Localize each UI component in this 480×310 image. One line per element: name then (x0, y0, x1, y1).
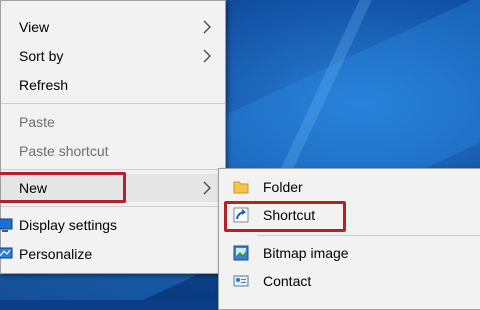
menu-item-label: View (19, 19, 50, 35)
menu-item-label: Paste shortcut (19, 143, 109, 159)
new-submenu: Folder Shortcut Bitmap image Contact (218, 168, 480, 310)
menu-separator (1, 206, 225, 207)
menu-item-view[interactable]: View (1, 13, 225, 41)
submenu-item-contact[interactable]: Contact (219, 267, 480, 295)
menu-item-label: Refresh (19, 77, 69, 93)
shortcut-icon (233, 207, 249, 223)
menu-item-label: Shortcut (263, 207, 316, 223)
submenu-item-folder[interactable]: Folder (219, 173, 480, 201)
menu-item-label: Folder (263, 179, 303, 195)
display-icon (0, 218, 13, 232)
folder-icon (233, 181, 249, 194)
menu-item-label: Personalize (19, 246, 93, 262)
chevron-right-icon (203, 181, 211, 195)
menu-item-paste: Paste (1, 108, 225, 136)
chevron-right-icon (203, 20, 211, 34)
menu-item-label: Sort by (19, 48, 64, 64)
menu-item-refresh[interactable]: Refresh (1, 71, 225, 99)
menu-item-new[interactable]: New (1, 174, 225, 202)
menu-item-label: Contact (263, 273, 312, 289)
menu-item-display-settings[interactable]: Display settings (0, 211, 225, 239)
contact-icon (233, 275, 249, 287)
menu-item-personalize[interactable]: Personalize (0, 240, 225, 268)
submenu-item-shortcut[interactable]: Shortcut (219, 201, 480, 229)
chevron-right-icon (203, 49, 211, 63)
menu-item-label: Bitmap image (263, 245, 349, 261)
menu-separator (1, 103, 225, 104)
desktop-context-menu: View Sort by Refresh Paste Paste shortcu… (0, 0, 226, 274)
menu-item-label: Display settings (19, 217, 118, 233)
menu-item-label: Paste (19, 114, 55, 130)
menu-item-label: New (19, 180, 48, 196)
menu-item-sort-by[interactable]: Sort by (1, 42, 225, 70)
menu-separator (1, 169, 225, 170)
submenu-item-bitmap-image[interactable]: Bitmap image (219, 239, 480, 267)
menu-item-paste-shortcut: Paste shortcut (1, 137, 225, 165)
menu-separator (257, 235, 480, 236)
bitmap-image-icon (233, 245, 249, 261)
personalize-icon (0, 247, 13, 259)
